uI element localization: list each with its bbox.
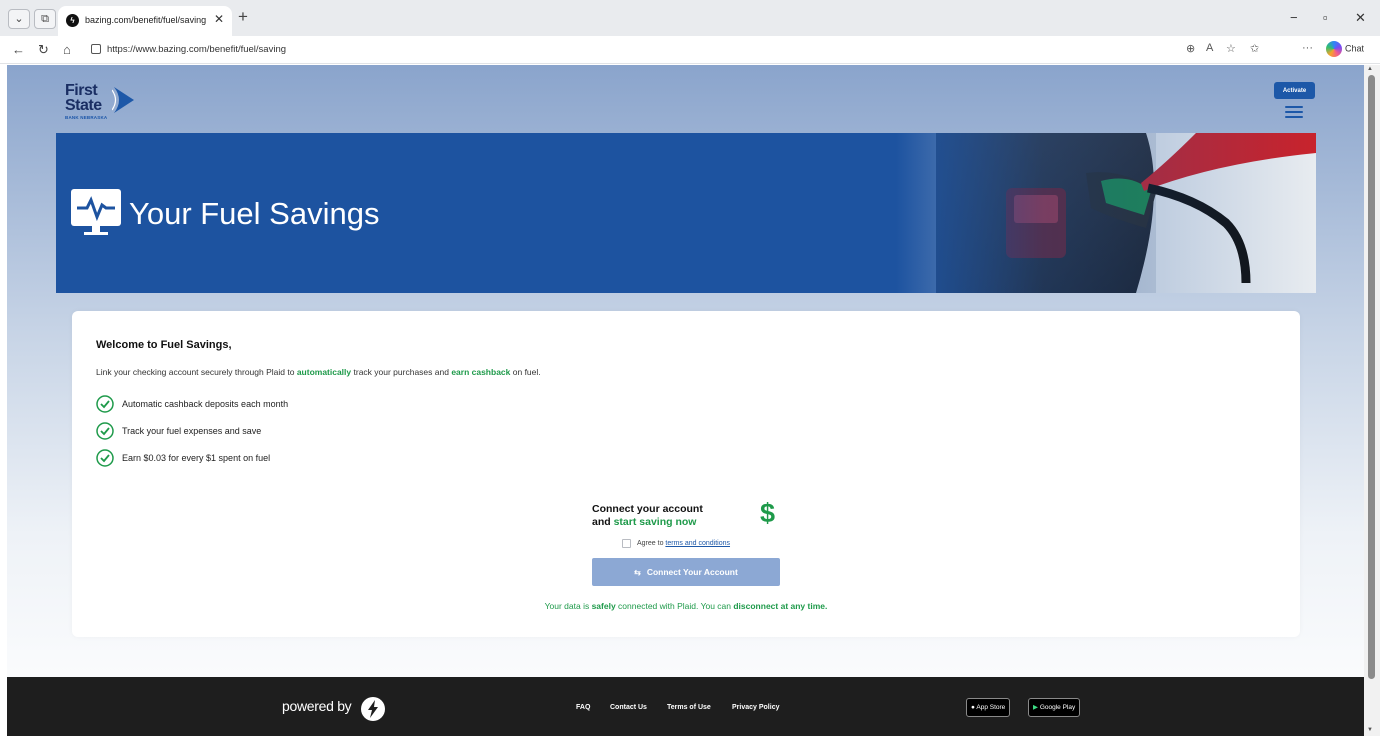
- check-circle-icon: [96, 449, 114, 467]
- check-circle-icon: [96, 395, 114, 413]
- logo-subtitle: BANK NEBRASKA: [65, 115, 108, 120]
- page-footer: powered by FAQ Contact Us Terms of Use P…: [7, 677, 1364, 736]
- play-icon: ▶: [1033, 704, 1038, 711]
- home-icon[interactable]: ⌂: [63, 42, 71, 57]
- connect-heading: Connect your account and start saving no…: [592, 503, 703, 528]
- scroll-up-icon[interactable]: ▲: [1367, 66, 1373, 72]
- intro-text: Link your checking account securely thro…: [96, 367, 541, 377]
- first-state-logo[interactable]: First State BANK NEBRASKA: [65, 81, 145, 123]
- tab-close-icon[interactable]: ✕: [214, 12, 224, 26]
- check-circle-icon: [96, 422, 114, 440]
- workspaces-icon[interactable]: ⧉: [34, 9, 56, 29]
- terms-link[interactable]: terms and conditions: [665, 540, 730, 547]
- feature-label: Automatic cashback deposits each month: [122, 399, 289, 409]
- connect-button-label: Connect Your Account: [646, 567, 738, 577]
- feature-label: Track your fuel expenses and save: [122, 426, 262, 436]
- logo-sail-icon: [112, 87, 134, 113]
- url-input[interactable]: https://www.bazing.com/benefit/fuel/savi…: [85, 39, 1285, 61]
- zoom-icon[interactable]: ⊕: [1186, 42, 1195, 55]
- browser-tab-bar: ⌄ ⧉ ϟ bazing.com/benefit/fuel/saving ✕ +…: [0, 0, 1380, 36]
- footer-link-terms[interactable]: Terms of Use: [667, 704, 711, 711]
- logo-line-1: First: [65, 82, 98, 99]
- agree-terms-checkbox[interactable]: [622, 539, 631, 548]
- new-tab-icon[interactable]: +: [238, 8, 248, 26]
- scroll-down-icon[interactable]: ▼: [1367, 727, 1373, 733]
- connect-account-button[interactable]: ⇆ Connect Your Account: [592, 558, 780, 586]
- activate-button[interactable]: Activate: [1274, 82, 1315, 99]
- footer-link-privacy[interactable]: Privacy Policy: [732, 704, 779, 711]
- restore-icon[interactable]: ▫: [1323, 10, 1328, 25]
- link-icon: ⇆: [634, 568, 641, 577]
- bazing-bolt-icon[interactable]: [360, 696, 386, 722]
- copilot-chat-button[interactable]: Chat: [1326, 41, 1364, 59]
- tab-title: bazing.com/benefit/fuel/saving: [85, 15, 207, 25]
- footer-link-contact[interactable]: Contact Us: [610, 704, 647, 711]
- monitor-pulse-icon: [71, 189, 121, 235]
- google-play-badge[interactable]: ▶ Google Play: [1028, 698, 1081, 717]
- more-options-icon[interactable]: ···: [1302, 42, 1313, 54]
- read-aloud-icon[interactable]: A: [1206, 42, 1213, 54]
- hamburger-menu-icon[interactable]: [1285, 106, 1303, 118]
- hero-banner: Your Fuel Savings: [56, 133, 1316, 293]
- fuel-savings-card: Welcome to Fuel Savings, Link your check…: [72, 311, 1300, 637]
- welcome-heading: Welcome to Fuel Savings,: [96, 339, 232, 351]
- back-arrow-icon[interactable]: ←: [12, 42, 25, 57]
- minimize-icon[interactable]: −: [1290, 10, 1298, 25]
- agree-label: Agree to: [637, 540, 666, 547]
- scroll-thumb[interactable]: [1368, 75, 1375, 679]
- apple-icon: ●: [971, 704, 975, 711]
- app-store-badge[interactable]: ● App Store: [966, 698, 1011, 717]
- powered-by-text: powered by: [282, 698, 352, 714]
- lock-icon: [91, 44, 101, 54]
- close-window-icon[interactable]: ✕: [1355, 10, 1366, 26]
- page-title: Your Fuel Savings: [129, 196, 380, 231]
- page-scrollbar[interactable]: ▲ ▼: [1364, 65, 1380, 736]
- logo-line-2: State: [65, 97, 102, 114]
- site-favicon-icon: ϟ: [66, 14, 79, 27]
- browser-address-bar: ← ↻ ⌂ https://www.bazing.com/benefit/fue…: [0, 36, 1380, 64]
- refresh-icon[interactable]: ↻: [38, 42, 49, 58]
- fuel-pump-photo: [896, 133, 1316, 293]
- favorites-list-icon[interactable]: ✩: [1250, 42, 1259, 55]
- footer-link-faq[interactable]: FAQ: [576, 704, 590, 711]
- chat-label: Chat: [1345, 43, 1365, 54]
- tab-actions-chevron-icon[interactable]: ⌄: [8, 9, 30, 29]
- dollar-icon: $: [760, 498, 776, 528]
- copilot-icon: [1326, 41, 1342, 57]
- url-text: https://www.bazing.com/benefit/fuel/savi…: [107, 44, 287, 55]
- favorite-star-icon[interactable]: ☆: [1226, 42, 1236, 55]
- web-page: First State BANK NEBRASKA Activate Your …: [7, 65, 1364, 736]
- feature-label: Earn $0.03 for every $1 spent on fuel: [122, 453, 271, 463]
- security-note: Your data is safely connected with Plaid…: [544, 601, 828, 611]
- browser-tab-active[interactable]: ϟ bazing.com/benefit/fuel/saving ✕: [58, 6, 232, 36]
